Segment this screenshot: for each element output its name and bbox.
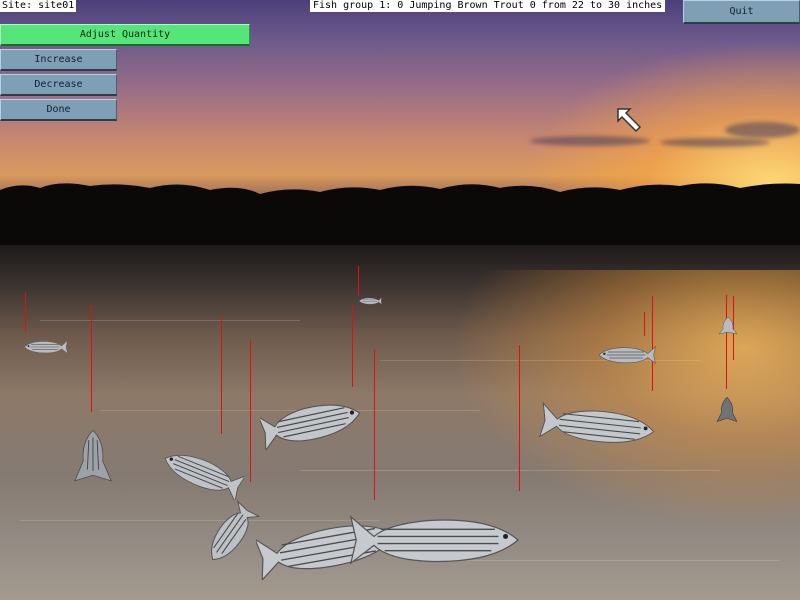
striped-bass-icon[interactable] (346, 508, 530, 572)
fishing-line (726, 295, 727, 389)
fishing-line (519, 345, 520, 491)
increase-button[interactable]: Increase (0, 49, 117, 71)
ripple (300, 470, 720, 471)
cloud (660, 138, 770, 147)
cloud (530, 136, 650, 146)
decrease-button[interactable]: Decrease (0, 74, 117, 96)
fishing-line (25, 292, 26, 332)
striped-bass-icon[interactable] (22, 334, 68, 360)
fishing-line (221, 316, 222, 434)
fish-group-status: Fish group 1: 0 Jumping Brown Trout 0 fr… (310, 0, 666, 12)
treeline (0, 183, 800, 250)
striped-bass-icon[interactable] (596, 342, 656, 368)
fishing-line (644, 312, 645, 336)
striped-bass-icon[interactable] (358, 294, 382, 308)
striped-bass-icon[interactable] (538, 402, 662, 450)
cloud (725, 122, 800, 138)
striped-bass-icon[interactable] (260, 396, 366, 450)
adjust-quantity-button[interactable]: Adjust Quantity (0, 24, 250, 46)
fishing-line (358, 266, 359, 296)
quit-button[interactable]: Quit (683, 0, 800, 24)
striped-bass-icon[interactable] (718, 316, 738, 336)
arrow-cursor-icon (617, 108, 642, 133)
fishing-line (250, 340, 251, 482)
striped-bass-icon[interactable] (72, 428, 114, 486)
water-reflection-glow (450, 270, 800, 530)
striped-bass-icon[interactable] (716, 396, 738, 424)
fishing-line (352, 305, 353, 387)
ripple (40, 320, 300, 321)
fishing-line (91, 305, 92, 412)
striped-bass-icon[interactable] (158, 446, 244, 500)
done-button[interactable]: Done (0, 99, 117, 121)
site-label: Site: site01 (0, 0, 77, 12)
striped-bass-icon[interactable] (200, 500, 260, 570)
fishing-line (374, 350, 375, 500)
